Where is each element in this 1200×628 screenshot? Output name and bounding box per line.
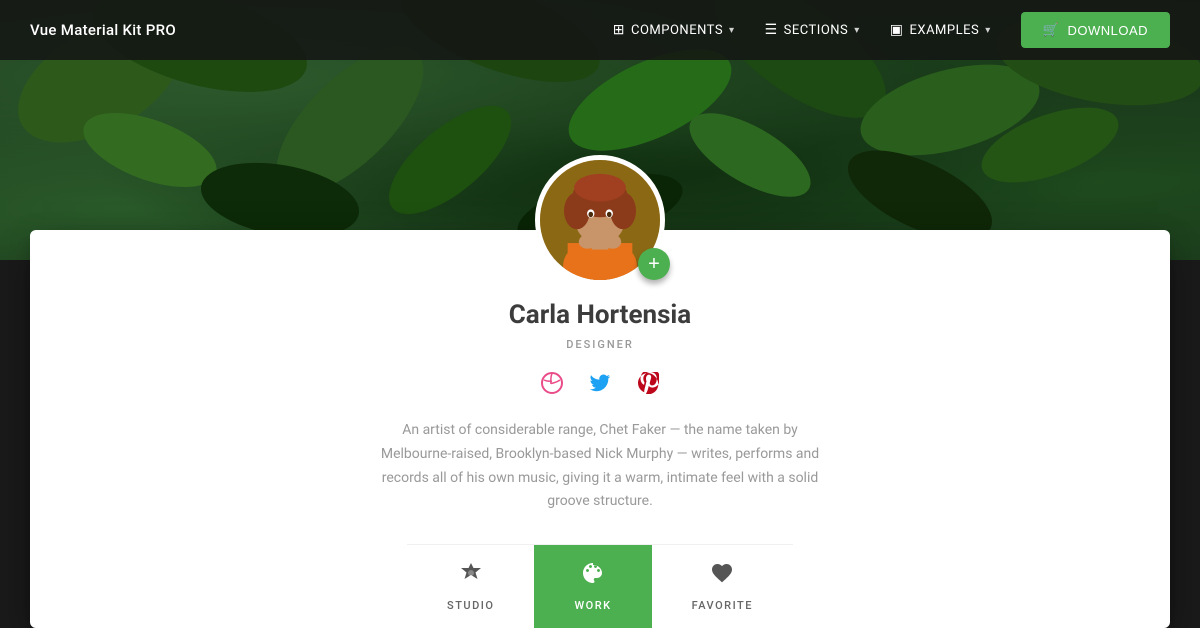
studio-label: STUDIO — [447, 599, 494, 612]
navbar: Vue Material Kit PRO ⊞ COMPONENTS ▾ ☰ SE… — [0, 0, 1200, 60]
sections-chevron-icon: ▾ — [854, 25, 860, 36]
tab-studio[interactable]: STUDIO — [407, 545, 534, 628]
download-button[interactable]: 🛒 DOWNLOAD — [1021, 12, 1170, 48]
components-grid-icon: ⊞ — [613, 22, 625, 38]
social-icons-group — [536, 367, 664, 399]
avatar-add-button[interactable]: + — [638, 248, 670, 280]
sections-list-icon: ☰ — [765, 22, 778, 38]
twitter-icon[interactable] — [584, 367, 616, 399]
pinterest-icon[interactable] — [632, 367, 664, 399]
work-palette-icon — [581, 561, 605, 591]
profile-bio: An artist of considerable range, Chet Fa… — [375, 419, 825, 514]
plus-icon: + — [648, 253, 660, 276]
components-chevron-icon: ▾ — [729, 25, 735, 36]
profile-info: Carla Hortensia DESIGNER An artist of co — [30, 230, 1170, 628]
profile-title: DESIGNER — [566, 338, 634, 351]
profile-card: + Carla Hortensia DESIGNER — [30, 230, 1170, 628]
examples-chevron-icon: ▾ — [985, 25, 991, 36]
favorite-label: FAVORITE — [692, 599, 753, 612]
favorite-heart-icon — [710, 561, 734, 591]
tab-work[interactable]: WORK — [534, 545, 651, 628]
work-label: WORK — [574, 599, 611, 612]
navbar-brand: Vue Material Kit PRO — [30, 21, 176, 39]
dribbble-icon[interactable] — [536, 367, 568, 399]
tab-favorite[interactable]: FAVORITE — [652, 545, 793, 628]
navbar-nav: ⊞ COMPONENTS ▾ ☰ SECTIONS ▾ ▣ EXAMPLES ▾… — [613, 12, 1170, 48]
cart-icon: 🛒 — [1043, 22, 1060, 38]
nav-item-components[interactable]: ⊞ COMPONENTS ▾ — [613, 22, 735, 38]
components-label: COMPONENTS — [631, 23, 723, 38]
tabs-container: STUDIO WORK FAVORITE — [407, 544, 793, 628]
nav-item-examples[interactable]: ▣ EXAMPLES ▾ — [890, 22, 991, 38]
studio-camera-icon — [459, 561, 483, 591]
sections-label: SECTIONS — [784, 23, 849, 38]
examples-label: EXAMPLES — [910, 23, 980, 38]
profile-name: Carla Hortensia — [509, 300, 691, 330]
examples-monitor-icon: ▣ — [890, 22, 904, 38]
avatar-container: + — [535, 155, 665, 285]
nav-item-sections[interactable]: ☰ SECTIONS ▾ — [765, 22, 860, 38]
download-label: DOWNLOAD — [1067, 23, 1148, 38]
